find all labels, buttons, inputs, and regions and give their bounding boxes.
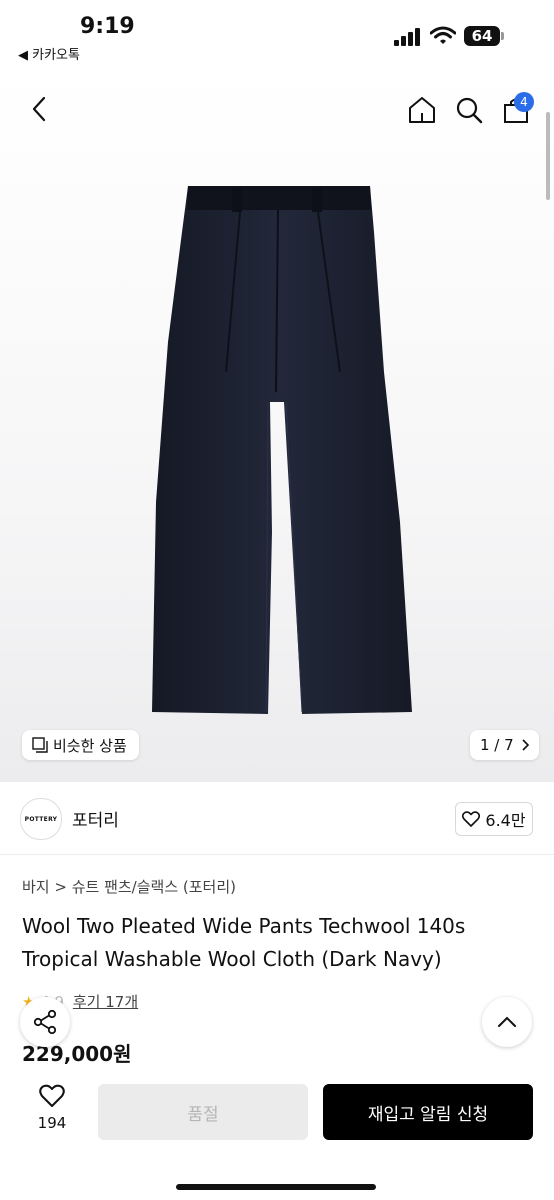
heart-icon xyxy=(39,1084,65,1107)
similar-products-button[interactable]: 비슷한 상품 xyxy=(22,730,139,760)
product-image[interactable] xyxy=(0,72,554,782)
chevron-right-icon xyxy=(522,739,529,751)
back-to-app-link[interactable]: ◀ 카카오톡 xyxy=(18,44,80,63)
heart-icon xyxy=(462,811,481,827)
status-time: 9:19 xyxy=(80,14,135,39)
scrollbar[interactable] xyxy=(546,112,550,200)
share-icon xyxy=(33,1009,57,1035)
image-pager-button[interactable]: 1 / 7 xyxy=(470,730,539,760)
chevron-up-icon xyxy=(498,1016,516,1027)
cellular-signal-icon xyxy=(394,28,420,46)
home-button[interactable] xyxy=(404,92,440,128)
share-button[interactable] xyxy=(20,997,70,1047)
wishlist-count: 194 xyxy=(37,1114,67,1132)
search-button[interactable] xyxy=(451,92,487,128)
scroll-to-top-button[interactable] xyxy=(482,997,532,1047)
chevron-left-icon xyxy=(32,96,46,122)
home-indicator xyxy=(176,1184,376,1190)
brand-logo[interactable]: POTTERY xyxy=(20,798,62,840)
similar-products-label: 비슷한 상품 xyxy=(53,736,127,755)
restock-alert-button[interactable]: 재입고 알림 신청 xyxy=(323,1084,533,1140)
wifi-icon xyxy=(430,26,456,44)
image-page-indicator: 1 / 7 xyxy=(480,736,514,754)
brand-name[interactable]: 포터리 xyxy=(72,806,119,831)
brand-like-count: 6.4만 xyxy=(485,811,526,830)
brand-like-button[interactable]: 6.4만 xyxy=(455,802,533,836)
product-title: Wool Two Pleated Wide Pants Techwool 140… xyxy=(22,914,466,971)
soldout-button: 품절 xyxy=(98,1084,308,1140)
similar-items-icon xyxy=(32,737,48,753)
breadcrumb[interactable]: 바지 > 슈트 팬츠/슬랙스 (포터리) xyxy=(22,876,236,897)
battery-tip xyxy=(501,32,504,40)
battery-indicator: 64 xyxy=(464,26,500,46)
cart-count-badge: 4 xyxy=(514,92,534,112)
search-icon xyxy=(456,97,483,124)
back-button[interactable] xyxy=(22,92,56,126)
wishlist-button[interactable]: 194 xyxy=(22,1084,82,1140)
pants-image xyxy=(152,186,412,714)
review-count-link[interactable]: 후기 17개 xyxy=(73,993,138,1011)
home-icon xyxy=(409,97,435,123)
